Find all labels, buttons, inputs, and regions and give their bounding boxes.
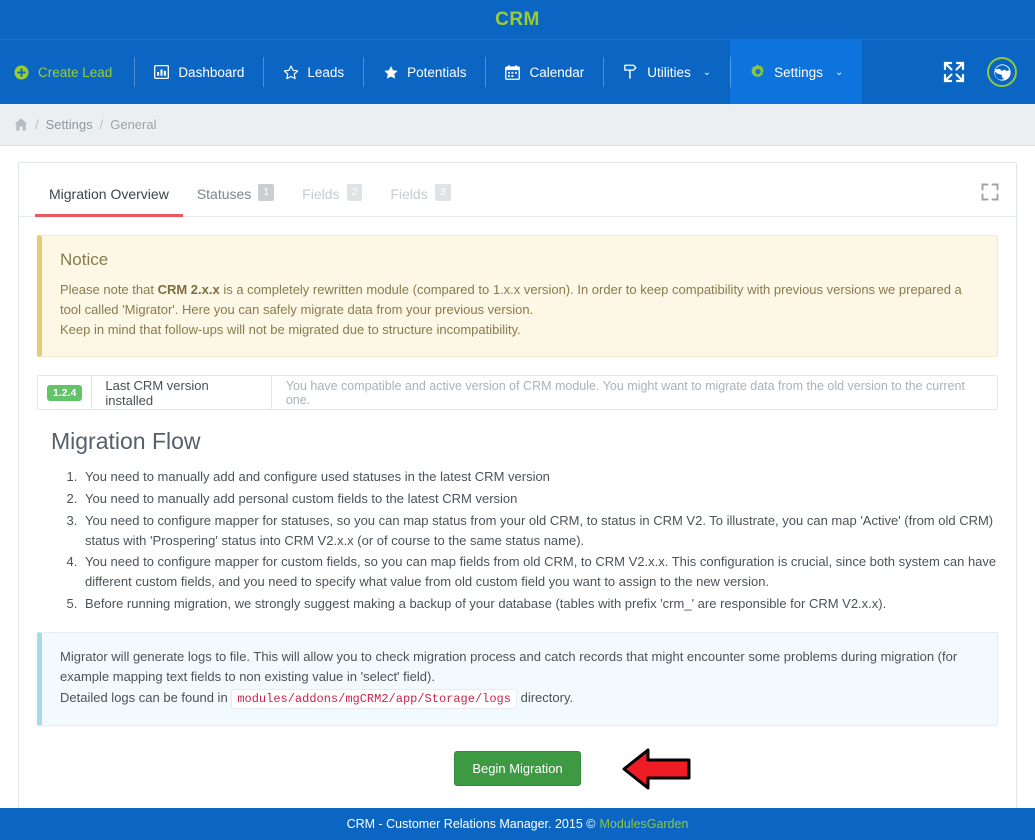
star-outline-icon <box>282 64 299 81</box>
tab-badge: 3 <box>434 183 451 201</box>
tab-fields-3: Fields 3 <box>376 163 464 216</box>
tab-label: Fields <box>390 186 428 202</box>
bar-chart-icon <box>153 64 170 81</box>
list-item: You need to configure mapper for custom … <box>81 552 998 592</box>
red-left-arrow-annotation <box>622 747 692 791</box>
expand-arrows-icon[interactable] <box>943 61 965 83</box>
log-path-code: modules/addons/mgCRM2/app/Storage/logs <box>231 689 517 710</box>
migration-flow-list: You need to manually add and configure u… <box>81 467 998 613</box>
page-footer: CRM - Customer Relations Manager. 2015 ©… <box>0 808 1035 840</box>
tab-label: Migration Overview <box>49 186 169 202</box>
info-paragraph-1: Migrator will generate logs to file. Thi… <box>60 648 958 685</box>
notice-paragraph-2: Keep in mind that follow-ups will not be… <box>60 322 521 338</box>
nav-item-dashboard[interactable]: Dashboard <box>134 40 263 104</box>
page-content: Migration Overview Statuses 1 Fields 2 F… <box>0 146 1035 840</box>
expand-arrows-icon[interactable] <box>980 182 1000 202</box>
begin-migration-button[interactable]: Begin Migration <box>454 751 581 787</box>
main-navigation: Create Lead Dashboard Leads Potentials C… <box>0 40 1035 104</box>
notice-heading: Notice <box>60 250 109 269</box>
tab-label: Statuses <box>196 186 252 202</box>
nav-label: Create Lead <box>38 64 113 80</box>
breadcrumb-separator: / <box>35 117 39 132</box>
version-badge: 1.2.4 <box>47 384 83 402</box>
star-filled-icon <box>382 64 399 81</box>
signpost-icon <box>622 64 639 81</box>
info-paragraph-2: Detailed logs can be found in modules/ad… <box>60 688 979 710</box>
notice-text-pre: Please note that <box>60 282 158 297</box>
nav-item-utilities[interactable]: Utilities ⌄ <box>603 40 730 104</box>
calendar-icon <box>504 64 521 81</box>
list-item: You need to manually add personal custom… <box>81 489 998 509</box>
tab-statuses[interactable]: Statuses 1 <box>183 163 288 216</box>
migration-panel: Migration Overview Statuses 1 Fields 2 F… <box>18 162 1017 828</box>
notice-paragraph-1: Please note that CRM 2.x.x is a complete… <box>60 280 979 320</box>
tab-badge: 1 <box>258 183 275 201</box>
breadcrumb: / Settings / General <box>0 104 1035 146</box>
migration-flow-title: Migration Flow <box>51 428 201 455</box>
footer-text: CRM - Customer Relations Manager. 2015 © <box>346 817 596 831</box>
nav-item-calendar[interactable]: Calendar <box>485 40 603 104</box>
info-alert: Migrator will generate logs to file. Thi… <box>37 631 998 727</box>
breadcrumb-item-settings[interactable]: Settings <box>46 117 93 132</box>
nav-label: Settings <box>774 64 823 80</box>
version-label: Last CRM version installed <box>92 376 272 410</box>
nav-item-leads[interactable]: Leads <box>263 40 363 104</box>
gear-icon <box>749 64 766 81</box>
nav-right-actions <box>943 40 1035 104</box>
nav-label: Potentials <box>407 64 467 80</box>
notice-text-bold: CRM 2.x.x <box>157 282 220 297</box>
version-badge-cell: 1.2.4 <box>38 376 93 410</box>
list-item: You need to configure mapper for statuse… <box>81 511 998 551</box>
nav-item-settings[interactable]: Settings ⌄ <box>730 40 863 104</box>
nav-label: Calendar <box>529 64 585 80</box>
info-text-pre: Detailed logs can be found in <box>60 690 228 706</box>
action-row: Begin Migration <box>37 748 998 790</box>
list-item: Before running migration, we strongly su… <box>81 594 998 614</box>
breadcrumb-separator: / <box>99 117 104 132</box>
nav-label: Leads <box>307 64 345 80</box>
tab-label: Fields <box>302 186 340 202</box>
brand-bar: CRM <box>0 0 1035 40</box>
panel-body: Notice Please note that CRM 2.x.x is a c… <box>19 217 1016 790</box>
tab-bar: Migration Overview Statuses 1 Fields 2 F… <box>19 163 1016 217</box>
app-title: CRM <box>495 8 540 30</box>
notice-alert: Notice Please note that CRM 2.x.x is a c… <box>37 235 998 358</box>
tab-migration-overview[interactable]: Migration Overview <box>35 163 183 217</box>
version-info-row: 1.2.4 Last CRM version installed You hav… <box>37 375 998 411</box>
nav-item-create-lead[interactable]: Create Lead <box>0 40 134 104</box>
tab-badge: 2 <box>346 183 363 201</box>
nav-item-potentials[interactable]: Potentials <box>363 40 485 104</box>
tab-fields-2: Fields 2 <box>288 163 376 216</box>
nav-label: Dashboard <box>178 64 245 80</box>
info-text-post: directory. <box>520 690 574 706</box>
breadcrumb-item-general: General <box>110 117 157 132</box>
plus-circle-icon <box>13 64 30 81</box>
footer-company-link[interactable]: ModulesGarden <box>599 817 688 831</box>
globe-icon[interactable] <box>987 57 1017 87</box>
home-icon[interactable] <box>14 118 28 132</box>
version-description: You have compatible and active version o… <box>285 378 965 407</box>
chevron-down-icon: ⌄ <box>702 66 712 78</box>
chevron-down-icon: ⌄ <box>834 66 844 78</box>
list-item: You need to manually add and configure u… <box>81 467 998 487</box>
nav-label: Utilities <box>647 64 691 80</box>
